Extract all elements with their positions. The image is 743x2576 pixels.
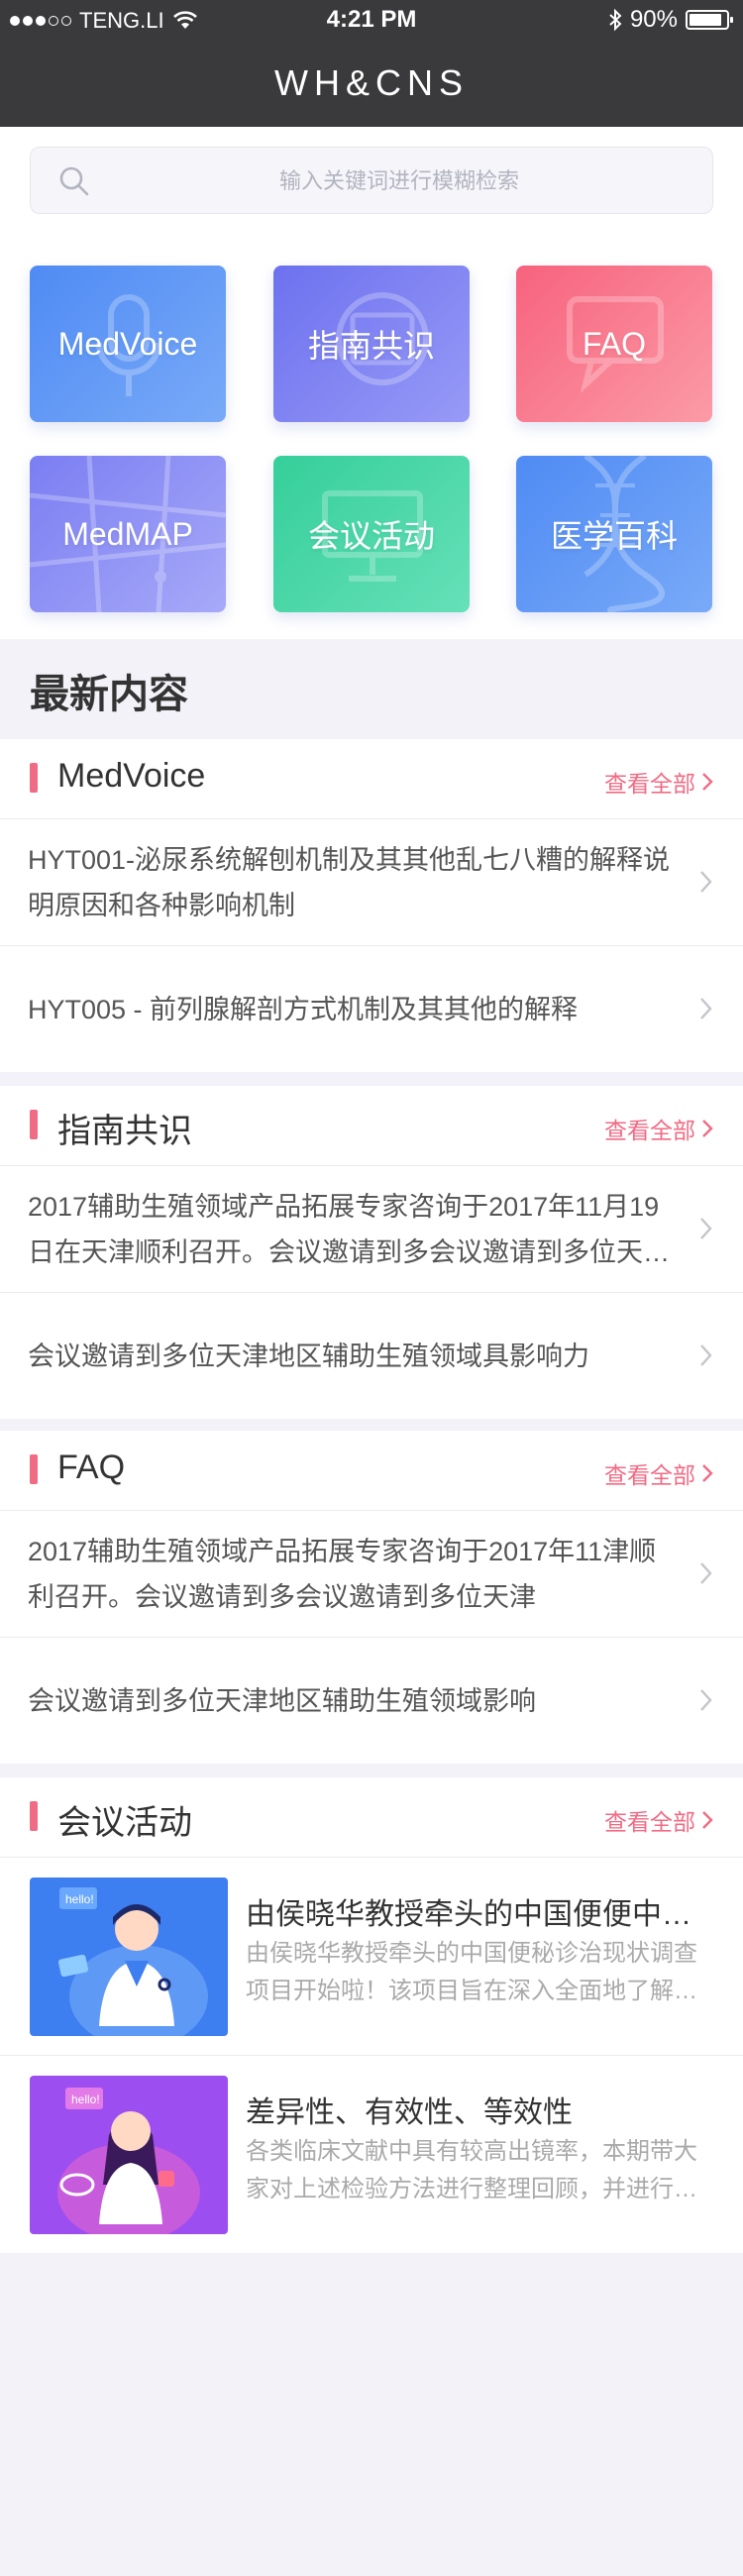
- chevron-right-icon: [700, 1689, 712, 1711]
- section-title: MedVoice: [57, 757, 206, 795]
- view-all-label: 查看全部: [604, 1462, 695, 1488]
- tile-faq[interactable]: FAQ: [516, 266, 712, 422]
- section-header-faq: FAQ 查看全部: [0, 1431, 743, 1510]
- view-all-link[interactable]: 查看全部: [604, 1112, 713, 1145]
- view-all-link[interactable]: 查看全部: [604, 1803, 713, 1837]
- chevron-right-icon: [700, 871, 712, 893]
- view-all-label: 查看全部: [604, 1118, 695, 1143]
- event-item[interactable]: hello! 差异性、有效性、等效性 各类临床文献中具有较高出镜率，本期带大家对…: [0, 2055, 743, 2253]
- chevron-right-icon: [702, 1811, 713, 1829]
- list-item[interactable]: 2017辅助生殖领域产品拓展专家咨询于2017年11津顺利召开。会议邀请到多会议…: [0, 1510, 743, 1637]
- list-item-text: HYT005 - 前列腺解剖方式机制及其其他的解释: [28, 995, 579, 1024]
- list-item[interactable]: HYT005 - 前列腺解剖方式机制及其其他的解释: [0, 945, 743, 1072]
- event-thumbnail: hello!: [30, 1878, 228, 2036]
- list-item-text: 2017辅助生殖领域产品拓展专家咨询于2017年11月19日在天津顺利召开。会议…: [28, 1192, 670, 1267]
- list-item[interactable]: 会议邀请到多位天津地区辅助生殖领域影响: [0, 1637, 743, 1764]
- event-thumbnail: hello!: [30, 2076, 228, 2234]
- view-all-label: 查看全部: [604, 1809, 695, 1835]
- event-item[interactable]: hello! 由侯晓华教授牵头的中国便便中国便秘诊治现状调查 由侯晓华教授牵头的…: [0, 1857, 743, 2055]
- chevron-right-icon: [700, 1344, 712, 1366]
- search-section: [0, 127, 743, 234]
- status-bar: TENG.LI 4:21 PM 90%: [0, 0, 743, 40]
- battery-percent: 90%: [629, 6, 678, 33]
- doctor-illustration-icon: hello!: [57, 1887, 208, 2036]
- search-input[interactable]: [110, 148, 689, 215]
- chevron-right-icon: [700, 1218, 712, 1239]
- search-icon: [59, 166, 89, 196]
- section-title: 指南共识: [57, 1113, 192, 1150]
- section-marker: [30, 1110, 38, 1139]
- list-item-text: HYT001-泌尿系统解刨机制及其其他乱七八糟的解释说明原因和各种影响机制: [28, 845, 671, 920]
- tile-label: MedMAP: [62, 515, 193, 552]
- tile-medmap[interactable]: MedMAP: [30, 456, 226, 612]
- event-description: 由侯晓华教授牵头的中国便秘诊治现状调查项目开始啦！该项目旨在深入全面地了解中国便…: [246, 1940, 697, 2004]
- chevron-right-icon: [702, 1464, 713, 1482]
- view-all-label: 查看全部: [604, 771, 695, 797]
- list-item-text: 会议邀请到多位天津地区辅助生殖领域具影响力: [28, 1342, 589, 1371]
- battery-icon: [686, 10, 733, 30]
- thumb-badge: hello!: [71, 2093, 100, 2106]
- list-item[interactable]: 2017辅助生殖领域产品拓展专家咨询于2017年11月19日在天津顺利召开。会议…: [0, 1165, 743, 1292]
- chevron-right-icon: [700, 1562, 712, 1584]
- view-all-link[interactable]: 查看全部: [604, 765, 713, 799]
- tile-label: FAQ: [582, 325, 646, 362]
- section-marker: [30, 1801, 38, 1831]
- list-item-text: 2017辅助生殖领域产品拓展专家咨询于2017年11津顺利召开。会议邀请到多会议…: [28, 1537, 657, 1612]
- bluetooth-icon: [609, 8, 622, 32]
- search-box[interactable]: [30, 147, 713, 215]
- section-header-guidelines: 指南共识 查看全部: [0, 1086, 743, 1165]
- section-title: 会议活动: [57, 1804, 192, 1842]
- tile-label: 医学百科: [550, 518, 678, 554]
- section-header-events: 会议活动 查看全部: [0, 1777, 743, 1857]
- section-marker: [30, 1454, 38, 1484]
- category-grid: MedVoice 指南共识 FAQ MedMAP 会议活动 医学百科: [0, 234, 743, 639]
- tile-events[interactable]: 会议活动: [273, 456, 470, 612]
- latest-content-heading: 最新内容: [30, 673, 188, 716]
- section-header-medvoice: MedVoice 查看全部: [0, 739, 743, 818]
- tile-label: 指南共识: [307, 328, 435, 364]
- view-all-link[interactable]: 查看全部: [604, 1456, 713, 1490]
- event-title: 由侯晓华教授牵头的中国便便中国便秘诊治现状调查: [246, 1898, 713, 1931]
- section-marker: [30, 763, 38, 793]
- chevron-right-icon: [702, 1120, 713, 1137]
- tile-label: MedVoice: [57, 325, 198, 362]
- list-item[interactable]: 会议邀请到多位天津地区辅助生殖领域具影响力: [0, 1292, 743, 1419]
- tile-medvoice[interactable]: MedVoice: [30, 266, 226, 422]
- chevron-right-icon: [700, 998, 712, 1020]
- status-right: 90%: [608, 6, 733, 34]
- list-item-text: 会议邀请到多位天津地区辅助生殖领域影响: [28, 1686, 536, 1716]
- event-title: 差异性、有效性、等效性: [246, 2096, 573, 2129]
- tile-label: 会议活动: [307, 518, 435, 554]
- tile-guidelines[interactable]: 指南共识: [273, 266, 470, 422]
- list-item[interactable]: HYT001-泌尿系统解刨机制及其其他乱七八糟的解释说明原因和各种影响机制: [0, 818, 743, 945]
- nav-title: WH&CNS: [0, 40, 743, 127]
- section-title: FAQ: [57, 1449, 126, 1486]
- chevron-right-icon: [702, 773, 713, 791]
- event-description: 各类临床文献中具有较高出镜率，本期带大家对上述检验方法进行整理回顾，并进行说明: [246, 2138, 697, 2202]
- tile-encyclopedia[interactable]: 医学百科: [516, 456, 712, 612]
- doctor-illustration-icon: hello!: [57, 2088, 200, 2234]
- thumb-badge: hello!: [65, 1892, 94, 1906]
